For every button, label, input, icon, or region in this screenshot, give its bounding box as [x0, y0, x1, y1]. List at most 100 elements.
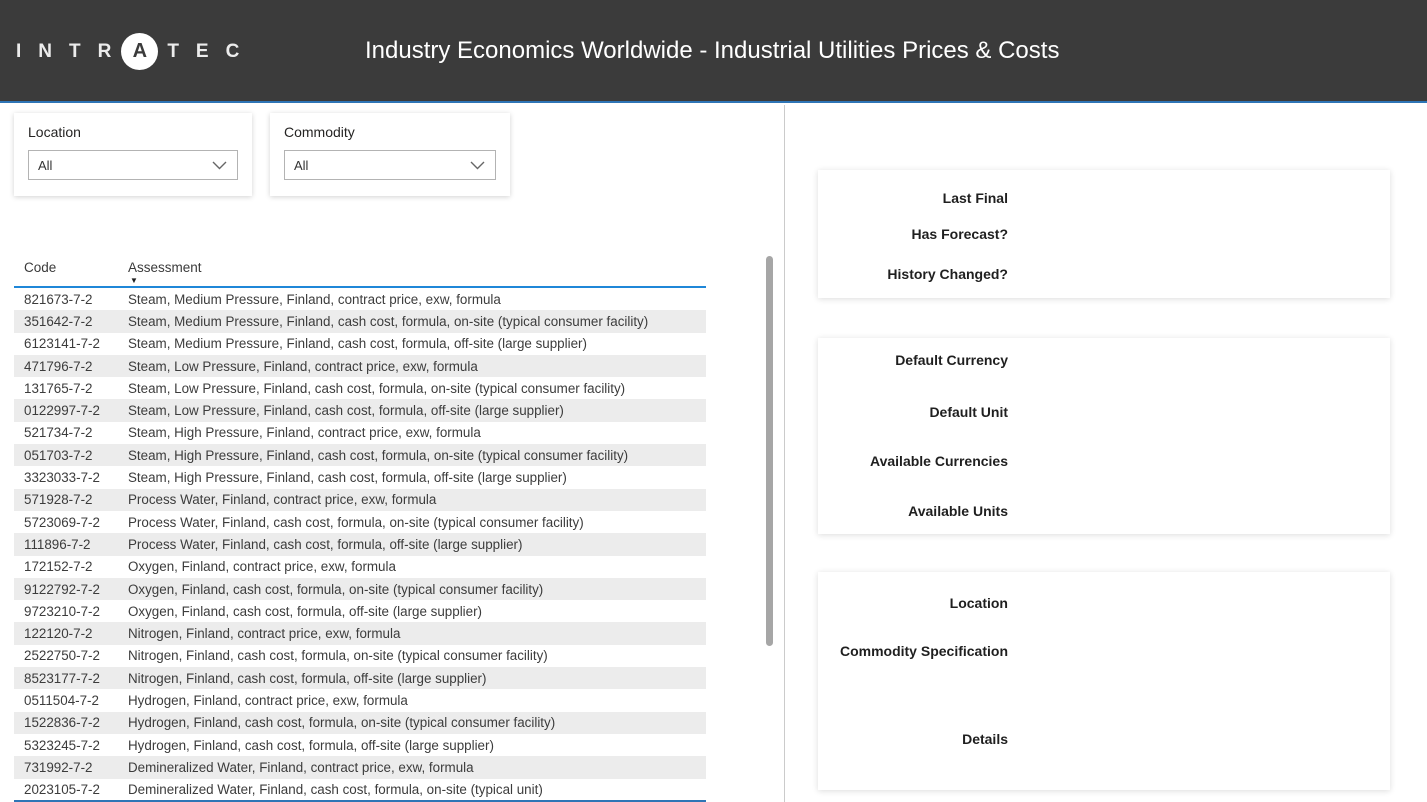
row-assessment: Demineralized Water, Finland, contract p… — [128, 760, 706, 775]
logo-letters-right: TEC — [167, 41, 256, 63]
table-row[interactable]: 9122792-7-2Oxygen, Finland, cash cost, f… — [14, 578, 706, 600]
row-assessment: Process Water, Finland, contract price, … — [128, 492, 706, 507]
table-row[interactable]: 821673-7-2Steam, Medium Pressure, Finlan… — [14, 288, 706, 310]
chevron-down-icon — [212, 161, 227, 170]
table-row[interactable]: 6123141-7-2Steam, Medium Pressure, Finla… — [14, 333, 706, 355]
row-code: 6123141-7-2 — [14, 336, 128, 351]
row-code: 122120-7-2 — [14, 626, 128, 641]
table-row[interactable]: 521734-7-2Steam, High Pressure, Finland,… — [14, 422, 706, 444]
field-label-default-unit: Default Unit — [818, 404, 1008, 420]
field-label-details: Details — [818, 731, 1008, 747]
column-header-assessment-label: Assessment — [128, 260, 202, 275]
chevron-down-icon — [470, 161, 485, 170]
row-code: 9723210-7-2 — [14, 604, 128, 619]
row-assessment: Steam, Medium Pressure, Finland, cash co… — [128, 314, 706, 329]
table-scrollbar-thumb[interactable] — [766, 256, 773, 646]
field-label-commodity-specification: Commodity Specification — [818, 643, 1008, 659]
row-code: 471796-7-2 — [14, 359, 128, 374]
table-row[interactable]: 0122997-7-2Steam, Low Pressure, Finland,… — [14, 399, 706, 421]
intratec-logo: INTR A TEC — [16, 0, 256, 103]
field-label-available-currencies: Available Currencies — [818, 453, 1008, 469]
table-row[interactable]: 122120-7-2Nitrogen, Finland, contract pr… — [14, 622, 706, 644]
row-assessment: Oxygen, Finland, contract price, exw, fo… — [128, 559, 706, 574]
row-assessment: Oxygen, Finland, cash cost, formula, on-… — [128, 582, 706, 597]
table-row[interactable]: 471796-7-2Steam, Low Pressure, Finland, … — [14, 355, 706, 377]
table-row[interactable]: 2522750-7-2Nitrogen, Finland, cash cost,… — [14, 645, 706, 667]
location-slicer-card: Location All — [14, 113, 252, 196]
table-row[interactable]: 051703-7-2Steam, High Pressure, Finland,… — [14, 444, 706, 466]
row-assessment: Nitrogen, Finland, cash cost, formula, o… — [128, 648, 706, 663]
row-code: 5323245-7-2 — [14, 738, 128, 753]
logo-letters-left: INTR — [16, 41, 128, 63]
table-row[interactable]: 8523177-7-2Nitrogen, Finland, cash cost,… — [14, 667, 706, 689]
table-row[interactable]: 351642-7-2Steam, Medium Pressure, Finlan… — [14, 310, 706, 332]
field-label-has-forecast: Has Forecast? — [818, 226, 1008, 242]
row-assessment: Steam, Medium Pressure, Finland, contrac… — [128, 292, 706, 307]
table-header-row: Code Assessment ▼ — [14, 256, 706, 288]
row-code: 131765-7-2 — [14, 381, 128, 396]
logo-circle-a: A — [121, 33, 158, 70]
field-label-last-final: Last Final — [818, 190, 1008, 206]
commodity-slicer-card: Commodity All — [270, 113, 510, 196]
table-row[interactable]: 2023105-7-2Demineralized Water, Finland,… — [14, 779, 706, 801]
commodity-slicer-label: Commodity — [284, 124, 355, 140]
table-row[interactable]: 131765-7-2Steam, Low Pressure, Finland, … — [14, 377, 706, 399]
row-code: 821673-7-2 — [14, 292, 128, 307]
row-assessment: Hydrogen, Finland, cash cost, formula, o… — [128, 715, 706, 730]
table-row[interactable]: 5323245-7-2Hydrogen, Finland, cash cost,… — [14, 734, 706, 756]
row-code: 1522836-7-2 — [14, 715, 128, 730]
field-label-available-units: Available Units — [818, 503, 1008, 519]
table-row[interactable]: 731992-7-2Demineralized Water, Finland, … — [14, 756, 706, 778]
table-row[interactable]: 5723069-7-2Process Water, Finland, cash … — [14, 511, 706, 533]
row-assessment: Hydrogen, Finland, contract price, exw, … — [128, 693, 706, 708]
row-assessment: Hydrogen, Finland, cash cost, formula, o… — [128, 738, 706, 753]
column-header-assessment[interactable]: Assessment ▼ — [128, 256, 706, 286]
page-title: Industry Economics Worldwide - Industria… — [365, 37, 1059, 65]
row-code: 0511504-7-2 — [14, 693, 128, 708]
location-dropdown-value: All — [38, 158, 52, 173]
table-row[interactable]: 9723210-7-2Oxygen, Finland, cash cost, f… — [14, 600, 706, 622]
row-assessment: Steam, Low Pressure, Finland, cash cost,… — [128, 403, 706, 418]
row-assessment: Process Water, Finland, cash cost, formu… — [128, 515, 706, 530]
row-assessment: Oxygen, Finland, cash cost, formula, off… — [128, 604, 706, 619]
row-assessment: Nitrogen, Finland, contract price, exw, … — [128, 626, 706, 641]
table-row[interactable]: 571928-7-2Process Water, Finland, contra… — [14, 489, 706, 511]
specification-card: Location Commodity Specification Details — [818, 572, 1390, 790]
row-assessment: Steam, Medium Pressure, Finland, cash co… — [128, 336, 706, 351]
table-row[interactable]: 3323033-7-2Steam, High Pressure, Finland… — [14, 466, 706, 488]
commodity-dropdown[interactable]: All — [284, 150, 496, 180]
commodity-dropdown-value: All — [294, 158, 308, 173]
table-row[interactable]: 1522836-7-2Hydrogen, Finland, cash cost,… — [14, 712, 706, 734]
table-row[interactable]: 172152-7-2Oxygen, Finland, contract pric… — [14, 556, 706, 578]
row-code: 2023105-7-2 — [14, 782, 128, 797]
row-code: 111896-7-2 — [14, 537, 128, 552]
assessments-table: Code Assessment ▼ 821673-7-2Steam, Mediu… — [14, 256, 706, 801]
row-code: 8523177-7-2 — [14, 671, 128, 686]
table-row[interactable]: 0511504-7-2Hydrogen, Finland, contract p… — [14, 689, 706, 711]
table-body: 821673-7-2Steam, Medium Pressure, Finlan… — [14, 288, 706, 801]
row-code: 731992-7-2 — [14, 760, 128, 775]
row-code: 571928-7-2 — [14, 492, 128, 507]
row-code: 521734-7-2 — [14, 425, 128, 440]
panel-divider — [784, 105, 785, 802]
row-code: 3323033-7-2 — [14, 470, 128, 485]
row-assessment: Process Water, Finland, cash cost, formu… — [128, 537, 706, 552]
row-code: 172152-7-2 — [14, 559, 128, 574]
row-assessment: Steam, High Pressure, Finland, cash cost… — [128, 448, 706, 463]
table-row[interactable]: 111896-7-2Process Water, Finland, cash c… — [14, 533, 706, 555]
units-currency-card: Default Currency Default Unit Available … — [818, 338, 1390, 534]
app-header: INTR A TEC Industry Economics Worldwide … — [0, 0, 1427, 103]
field-label-default-currency: Default Currency — [818, 352, 1008, 368]
row-code: 051703-7-2 — [14, 448, 128, 463]
field-label-history-changed: History Changed? — [818, 266, 1008, 282]
sort-descending-icon: ▼ — [130, 276, 706, 285]
row-code: 5723069-7-2 — [14, 515, 128, 530]
location-dropdown[interactable]: All — [28, 150, 238, 180]
location-slicer-label: Location — [28, 124, 81, 140]
row-assessment: Demineralized Water, Finland, cash cost,… — [128, 782, 706, 797]
row-assessment: Steam, Low Pressure, Finland, contract p… — [128, 359, 706, 374]
row-code: 9122792-7-2 — [14, 582, 128, 597]
field-label-location: Location — [818, 595, 1008, 611]
column-header-code[interactable]: Code — [14, 256, 128, 286]
row-code: 351642-7-2 — [14, 314, 128, 329]
